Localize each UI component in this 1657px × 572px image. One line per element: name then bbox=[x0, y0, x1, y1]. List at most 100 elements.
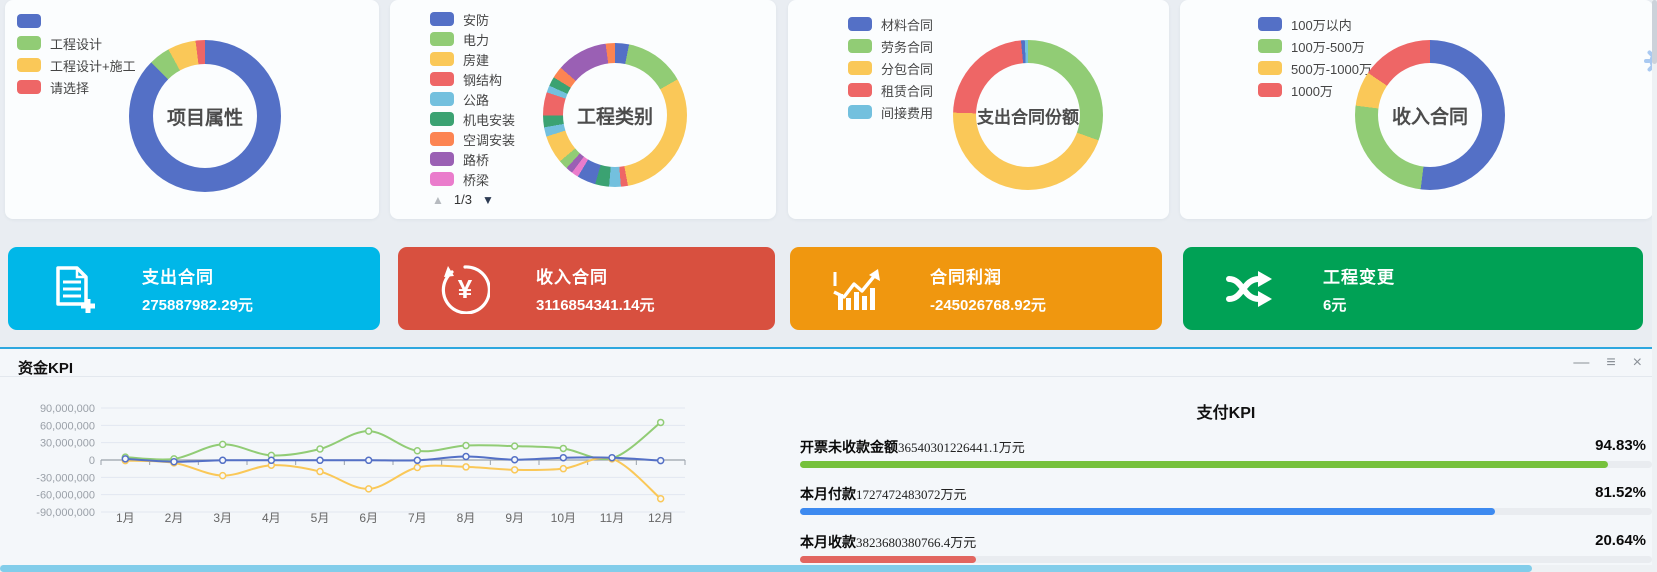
legend-item[interactable]: 1000万 bbox=[1258, 79, 1372, 101]
donut-hole: 项目属性 bbox=[153, 64, 257, 168]
data-point-marker[interactable] bbox=[609, 455, 615, 461]
kpi-card-income-contract[interactable]: ¥ 收入合同 3116854341.14元 bbox=[398, 247, 775, 330]
legend-item[interactable]: 请选择 bbox=[17, 76, 136, 98]
legend-item[interactable]: 钢结构 bbox=[430, 69, 515, 89]
x-axis-tick-label: 9月 bbox=[505, 511, 524, 525]
legend-pager-up-icon[interactable]: ▲ bbox=[432, 193, 444, 207]
menu-icon[interactable]: ≡ bbox=[1606, 353, 1615, 373]
legend-expense-contract-share: 材料合同劳务合同分包合同租赁合同间接费用 bbox=[848, 13, 933, 123]
legend-item[interactable]: 空调安装 bbox=[430, 129, 515, 149]
data-point-marker[interactable] bbox=[560, 445, 566, 451]
payment-row: 开票未收款金额36540301226441.1万元 94.83% bbox=[800, 437, 1652, 455]
kpi-card-value: 3116854341.14元 bbox=[536, 294, 654, 315]
legend-label: 安防 bbox=[463, 10, 489, 29]
legend-swatch-icon bbox=[430, 52, 454, 66]
legend-item[interactable]: 间接费用 bbox=[848, 101, 933, 123]
donut-chart-project-category[interactable]: 工程类别 bbox=[543, 43, 687, 187]
data-point-marker[interactable] bbox=[414, 457, 420, 463]
data-point-marker[interactable] bbox=[220, 441, 226, 447]
data-point-marker[interactable] bbox=[512, 457, 518, 463]
kpi-card-text: 收入合同 3116854341.14元 bbox=[536, 263, 654, 315]
shuffle-icon bbox=[1225, 266, 1277, 312]
payment-row-value: 1727472483072万元 bbox=[856, 487, 967, 502]
data-point-marker[interactable] bbox=[560, 455, 566, 461]
legend-item[interactable]: 安防 bbox=[430, 9, 515, 29]
data-point-marker[interactable] bbox=[414, 465, 420, 471]
legend-item[interactable]: 桥梁 bbox=[430, 169, 515, 189]
data-point-marker[interactable] bbox=[463, 443, 469, 449]
minimize-icon[interactable]: — bbox=[1573, 353, 1589, 373]
legend-item[interactable]: 公路 bbox=[430, 89, 515, 109]
legend-label: 劳务合同 bbox=[881, 37, 933, 56]
legend-label: 工程设计 bbox=[50, 34, 102, 53]
kpi-card-project-change[interactable]: 工程变更 6元 bbox=[1183, 247, 1643, 330]
data-point-marker[interactable] bbox=[366, 428, 372, 434]
legend-item[interactable]: 工程设计+施工 bbox=[17, 54, 136, 76]
payment-progress-fill bbox=[800, 556, 976, 563]
kpi-card-text: 支出合同 275887982.29元 bbox=[142, 263, 253, 315]
line-series bbox=[125, 422, 660, 459]
legend-item[interactable]: 100万以内 bbox=[1258, 13, 1372, 35]
kpi-card-title: 收入合同 bbox=[536, 263, 654, 288]
x-axis-tick-label: 7月 bbox=[408, 511, 427, 525]
data-point-marker[interactable] bbox=[317, 457, 323, 463]
vertical-scrollbar-thumb[interactable] bbox=[1652, 0, 1657, 64]
data-point-marker[interactable] bbox=[268, 457, 274, 463]
donut-hole: 收入合同 bbox=[1378, 63, 1482, 167]
kpi-card-title: 工程变更 bbox=[1323, 263, 1395, 288]
kpi-card-text: 合同利润 -245026768.92元 bbox=[930, 263, 1046, 315]
data-point-marker[interactable] bbox=[658, 419, 664, 425]
legend-item[interactable]: 分包合同 bbox=[848, 57, 933, 79]
data-point-marker[interactable] bbox=[220, 473, 226, 479]
data-point-marker[interactable] bbox=[414, 448, 420, 454]
legend-item[interactable] bbox=[17, 10, 136, 32]
legend-item[interactable]: 劳务合同 bbox=[848, 35, 933, 57]
data-point-marker[interactable] bbox=[463, 454, 469, 460]
donut-title: 工程类别 bbox=[577, 102, 653, 129]
payment-kpi-title: 支付KPI bbox=[800, 399, 1652, 423]
data-point-marker[interactable] bbox=[658, 458, 664, 464]
donut-chart-project-attribute[interactable]: 项目属性 bbox=[129, 40, 281, 192]
legend-item[interactable]: 电力 bbox=[430, 29, 515, 49]
legend-label: 电力 bbox=[463, 30, 489, 49]
funds-line-chart: 90,000,00060,000,00030,000,0000-30,000,0… bbox=[25, 389, 725, 569]
legend-item[interactable]: 工程设计 bbox=[17, 32, 136, 54]
legend-swatch-icon bbox=[430, 152, 454, 166]
kpi-card-expense-contract[interactable]: 支出合同 275887982.29元 bbox=[8, 247, 380, 330]
data-point-marker[interactable] bbox=[463, 464, 469, 470]
payment-row-value: 36540301226441.1万元 bbox=[898, 440, 1025, 455]
payment-progress-fill bbox=[800, 461, 1608, 468]
funds-kpi-panel: 资金KPI — ≡ × 90,000,00060,000,00030,000,0… bbox=[0, 347, 1652, 572]
data-point-marker[interactable] bbox=[317, 469, 323, 475]
legend-item[interactable]: 材料合同 bbox=[848, 13, 933, 35]
donut-chart-expense-contract-share[interactable]: 支出合同份额 bbox=[953, 40, 1103, 190]
legend-item[interactable]: 租赁合同 bbox=[848, 79, 933, 101]
x-axis-tick-label: 8月 bbox=[457, 511, 476, 525]
data-point-marker[interactable] bbox=[317, 446, 323, 452]
legend-pager: ▲ 1/3 ▼ bbox=[432, 192, 494, 207]
horizontal-scrollbar-thumb[interactable] bbox=[0, 565, 1532, 572]
x-axis-tick-label: 5月 bbox=[311, 511, 330, 525]
legend-item[interactable]: 机电安装 bbox=[430, 109, 515, 129]
data-point-marker[interactable] bbox=[366, 457, 372, 463]
legend-pager-down-icon[interactable]: ▼ bbox=[482, 193, 494, 207]
data-point-marker[interactable] bbox=[122, 456, 128, 462]
legend-item[interactable]: 500万-1000万 bbox=[1258, 57, 1372, 79]
donut-panel-income-contract: 100万以内100万-500万 500万-1000万1000万 收入合同 bbox=[1180, 0, 1653, 219]
data-point-marker[interactable] bbox=[512, 467, 518, 473]
data-point-marker[interactable] bbox=[220, 457, 226, 463]
data-point-marker[interactable] bbox=[366, 486, 372, 492]
data-point-marker[interactable] bbox=[658, 496, 664, 502]
kpi-card-contract-profit[interactable]: 合同利润 -245026768.92元 bbox=[790, 247, 1162, 330]
legend-item[interactable]: 100万-500万 bbox=[1258, 35, 1372, 57]
legend-label: 500万-1000万 bbox=[1291, 59, 1372, 78]
legend-swatch-icon bbox=[848, 83, 872, 97]
data-point-marker[interactable] bbox=[512, 443, 518, 449]
data-point-marker[interactable] bbox=[171, 459, 177, 465]
donut-chart-income-contract[interactable]: 收入合同 bbox=[1355, 40, 1505, 190]
legend-item[interactable]: 路桥 bbox=[430, 149, 515, 169]
legend-item[interactable]: 房建 bbox=[430, 49, 515, 69]
y-axis-tick-label: 60,000,000 bbox=[40, 420, 95, 432]
close-icon[interactable]: × bbox=[1633, 353, 1642, 373]
data-point-marker[interactable] bbox=[560, 466, 566, 472]
